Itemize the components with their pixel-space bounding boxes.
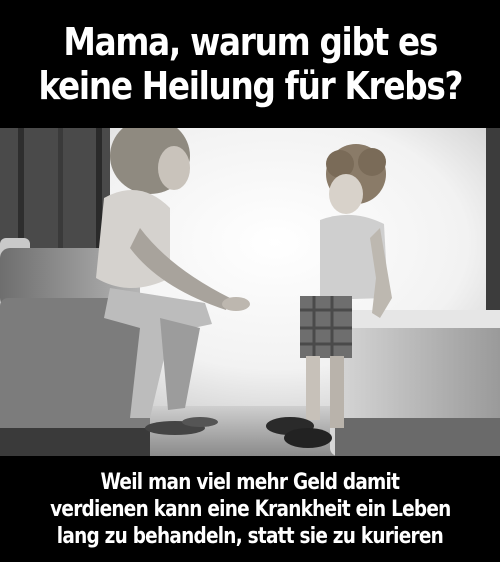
bottom-caption-line-2: verdienen kann eine Krankheit ein Leben [49,496,451,522]
top-caption-line-2: keine Heilung für Krebs? [38,64,463,108]
bottom-caption: Weil man viel mehr Geld damit verdienen … [0,456,500,562]
top-caption: Mama, warum gibt es keine Heilung für Kr… [0,0,500,128]
bottom-caption-line-3: lang zu behandeln, statt sie zu kurieren [56,523,444,549]
meme-image: Mama, warum gibt es keine Heilung für Kr… [0,0,500,562]
bottom-caption-line-1: Weil man viel mehr Geld damit [100,469,401,495]
photo-mother-and-child [0,128,500,456]
top-caption-line-1: Mama, warum gibt es [63,20,438,64]
right-sofa [330,310,500,456]
